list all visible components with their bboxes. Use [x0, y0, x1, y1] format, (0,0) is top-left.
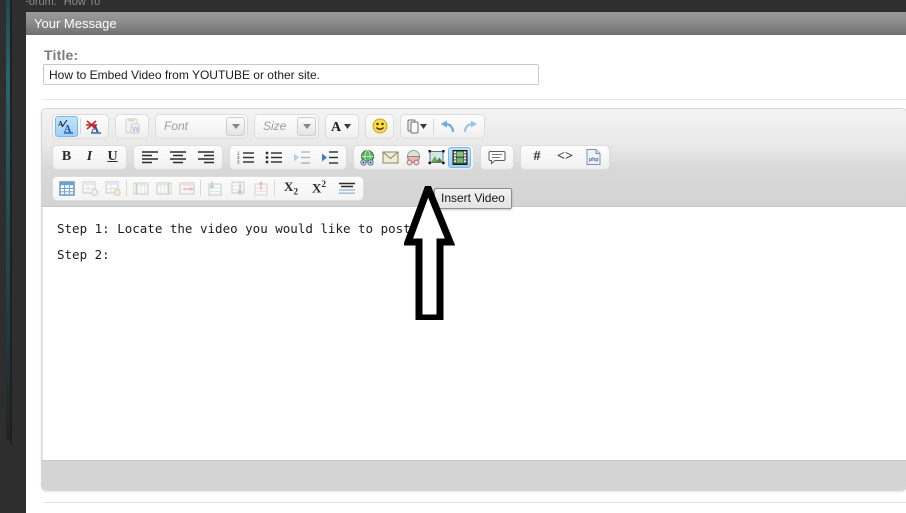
paste-from-word-icon[interactable]: W: [118, 116, 146, 137]
breadcrumb: Forum: "How To": [22, 0, 105, 8]
insert-link-icon[interactable]: [356, 147, 379, 168]
svg-text:W: W: [132, 125, 140, 134]
table-group: X2 X2: [52, 175, 364, 201]
unordered-list-icon[interactable]: [260, 147, 288, 168]
panel-bottom-divider: [43, 502, 906, 503]
insert-video-icon[interactable]: [448, 146, 471, 168]
indent-icon[interactable]: [316, 147, 344, 168]
spellcheck-off-icon[interactable]: A: [83, 116, 106, 137]
delete-row-icon[interactable]: [249, 178, 272, 199]
insert-video-tooltip: Insert Video: [434, 188, 512, 209]
editor-status-bar: [42, 460, 906, 490]
superscript-label: X2: [312, 179, 326, 196]
attach-undo-redo-group: [400, 113, 485, 139]
toolbar-row-1: A A A: [52, 113, 485, 139]
quote-group: [480, 144, 514, 170]
code-label: <>: [557, 149, 573, 164]
document-line-2: Step 2:: [57, 247, 110, 262]
title-input[interactable]: [43, 64, 539, 85]
subscript-label: X2: [284, 179, 298, 197]
toolbar-separator: [433, 118, 434, 134]
justify-icon[interactable]: [333, 178, 361, 199]
underline-button[interactable]: U: [101, 147, 124, 168]
hash-label: #: [533, 149, 541, 164]
align-right-icon[interactable]: [192, 147, 220, 168]
insert-table-icon[interactable]: [55, 178, 78, 199]
chevron-down-icon[interactable]: [297, 116, 316, 136]
list-indent-group: 1 2 3: [229, 144, 347, 170]
document-line-1: Step 1: Locate the video you would like …: [57, 221, 419, 236]
ordered-list-icon[interactable]: 1 2 3: [232, 147, 260, 168]
alignment-group: [133, 144, 223, 170]
outdent-icon[interactable]: [288, 147, 316, 168]
emoticon-icon[interactable]: [368, 116, 391, 137]
forum-breadcrumb-strip: Forum: "How To": [0, 0, 906, 11]
font-family-dropdown[interactable]: Font: [155, 113, 248, 139]
code-group: # <> php: [520, 144, 610, 170]
form-divider: [43, 99, 906, 100]
title-label: Title:: [44, 47, 79, 63]
text-color-group: A: [325, 113, 359, 139]
toolbar-separator: [200, 180, 201, 196]
spellcheck-toggle-icon[interactable]: A A: [55, 115, 78, 137]
italic-label: I: [86, 149, 93, 164]
toolbar-separator: [80, 118, 81, 134]
media-group: [353, 144, 474, 170]
insert-row-above-icon[interactable]: [203, 178, 226, 199]
toolbar-row-3: X2 X2: [52, 175, 364, 201]
insert-hash-icon[interactable]: #: [523, 147, 551, 168]
insert-code-icon[interactable]: <>: [551, 147, 579, 168]
editor-content-area[interactable]: Step 1: Locate the video you would like …: [42, 208, 906, 461]
svg-text:php: php: [589, 157, 599, 163]
remove-link-icon[interactable]: [402, 147, 425, 168]
align-center-icon[interactable]: [164, 147, 192, 168]
svg-text:3: 3: [237, 160, 240, 165]
left-chrome-gutter: [0, 0, 26, 513]
insert-column-right-icon[interactable]: [152, 178, 175, 199]
toolbar-row-2: B I U 1 2 3 # <> php: [52, 144, 610, 170]
size-dropdown-label: Size: [263, 118, 287, 133]
table-properties-icon[interactable]: [78, 178, 101, 199]
bold-button[interactable]: B: [55, 147, 78, 168]
gutter-shadow-stripe: [10, 0, 12, 445]
italic-button[interactable]: I: [78, 147, 101, 168]
insert-row-below-icon[interactable]: [226, 178, 249, 199]
toolbar-separator: [274, 180, 275, 196]
chevron-down-icon[interactable]: [226, 116, 245, 136]
screenshot-root: Forum: "How To" Your Message Title: A: [0, 0, 906, 513]
text-color-icon[interactable]: A: [328, 116, 356, 137]
bold-label: B: [61, 149, 72, 164]
spellcheck-group: A A A: [52, 113, 109, 139]
font-dropdown-label: Font: [164, 118, 189, 133]
insert-quote-icon[interactable]: [483, 147, 511, 168]
message-panel-header: Your Message: [22, 12, 906, 35]
redo-icon[interactable]: [459, 116, 482, 137]
insert-image-icon[interactable]: [425, 147, 448, 168]
underline-label: U: [107, 149, 118, 164]
align-left-icon[interactable]: [136, 147, 164, 168]
text-style-group: B I U: [52, 144, 127, 170]
insert-php-icon[interactable]: php: [579, 147, 607, 168]
insert-email-icon[interactable]: [379, 147, 402, 168]
panel-title: Your Message: [34, 16, 117, 31]
paste-group: W: [115, 113, 149, 139]
emoticon-group: [365, 113, 394, 139]
toolbar-separator: [126, 180, 127, 196]
superscript-button[interactable]: X2: [305, 178, 333, 199]
delete-column-icon[interactable]: [175, 178, 198, 199]
insert-column-left-icon[interactable]: [129, 178, 152, 199]
font-size-dropdown[interactable]: Size: [254, 113, 319, 139]
undo-icon[interactable]: [436, 116, 459, 137]
attachment-icon[interactable]: [403, 116, 431, 137]
delete-table-icon[interactable]: [101, 178, 124, 199]
rich-text-editor: A A A: [41, 108, 906, 491]
message-form-panel: Title: A A: [22, 35, 906, 513]
svg-text:A: A: [331, 120, 342, 134]
subscript-button[interactable]: X2: [277, 178, 305, 199]
